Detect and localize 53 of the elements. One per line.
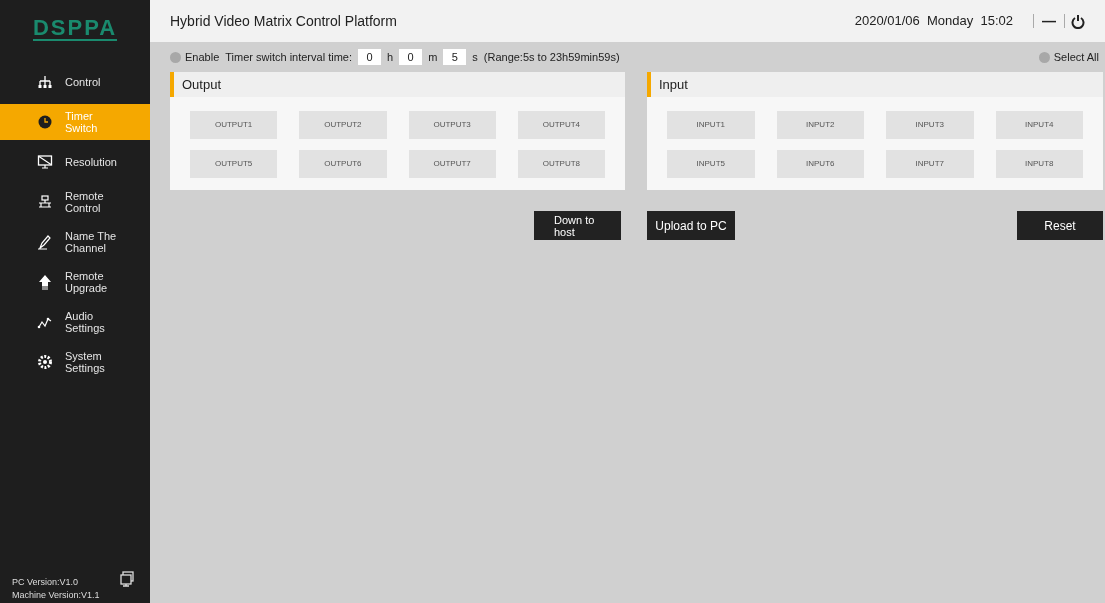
- channel-button[interactable]: INPUT1: [667, 111, 755, 139]
- channel-button[interactable]: INPUT2: [776, 111, 864, 139]
- window-title: Hybrid Video Matrix Control Platform: [170, 11, 397, 31]
- minutes-unit: m: [428, 49, 438, 65]
- minimize-button[interactable]: —: [1034, 10, 1064, 32]
- channel-button[interactable]: OUTPUT4: [517, 111, 605, 139]
- pc-version: PC Version:V1.0: [12, 576, 79, 589]
- logo: DSPPA: [32, 17, 118, 41]
- channel-button[interactable]: INPUT4: [995, 111, 1083, 139]
- reset-button[interactable]: Reset: [1017, 211, 1103, 240]
- hours-unit: h: [387, 49, 394, 65]
- down-to-host-button[interactable]: Down to host: [534, 211, 621, 240]
- interval-label: Timer switch interval time:: [225, 49, 352, 65]
- minutes-field[interactable]: 0: [399, 49, 423, 65]
- hours-field[interactable]: 0: [358, 49, 381, 65]
- channel-button[interactable]: OUTPUT2: [299, 111, 387, 139]
- sidebar-item[interactable]: Resolution: [0, 144, 150, 180]
- date-time: 2020/01/06 Monday 15:02: [854, 12, 1013, 31]
- upload-to-pc-button[interactable]: Upload to PC: [647, 211, 735, 240]
- pen-icon: [37, 234, 53, 250]
- channel-button[interactable]: INPUT8: [995, 150, 1083, 178]
- clock-icon: [37, 114, 53, 130]
- channel-button[interactable]: OUTPUT1: [190, 111, 278, 139]
- sidebar-item[interactable]: Remote Control: [0, 184, 150, 220]
- power-icon[interactable]: [1071, 13, 1085, 29]
- panel-title: Input: [659, 75, 688, 94]
- channel-button[interactable]: OUTPUT3: [408, 111, 496, 139]
- settings-icon: [37, 354, 53, 370]
- channel-button[interactable]: INPUT7: [886, 150, 974, 178]
- channel-button[interactable]: OUTPUT6: [299, 150, 387, 178]
- sidebar-item[interactable]: System Settings: [0, 344, 150, 380]
- enable-checkbox[interactable]: Enable: [170, 48, 220, 66]
- sidebar-item[interactable]: Remote Upgrade: [0, 264, 150, 300]
- sidebar-item[interactable]: Name The Channel: [0, 224, 150, 260]
- up-arrow-icon: [37, 274, 53, 290]
- channel-button[interactable]: OUTPUT8: [517, 150, 605, 178]
- panel-title: Output: [182, 75, 222, 94]
- select-all-checkbox[interactable]: Select All: [1038, 48, 1099, 66]
- hierarchy-icon: [37, 74, 53, 90]
- monitor-icon: [37, 154, 53, 170]
- seconds-field[interactable]: 5: [443, 49, 467, 65]
- screens-icon[interactable]: [120, 571, 134, 587]
- channel-button[interactable]: INPUT5: [667, 150, 755, 178]
- channel-button[interactable]: INPUT3: [886, 111, 974, 139]
- sidebar-item[interactable]: Audio Settings: [0, 304, 150, 340]
- channel-button[interactable]: OUTPUT5: [190, 150, 278, 178]
- network-icon: [37, 194, 53, 210]
- seconds-unit: s: [472, 49, 478, 65]
- range-hint: (Range:5s to 23h59min59s): [483, 49, 620, 65]
- channel-button[interactable]: OUTPUT7: [408, 150, 496, 178]
- sidebar-item[interactable]: Control: [0, 64, 150, 100]
- machine-version: Machine Version:V1.1: [12, 589, 101, 601]
- channel-button[interactable]: INPUT6: [776, 150, 864, 178]
